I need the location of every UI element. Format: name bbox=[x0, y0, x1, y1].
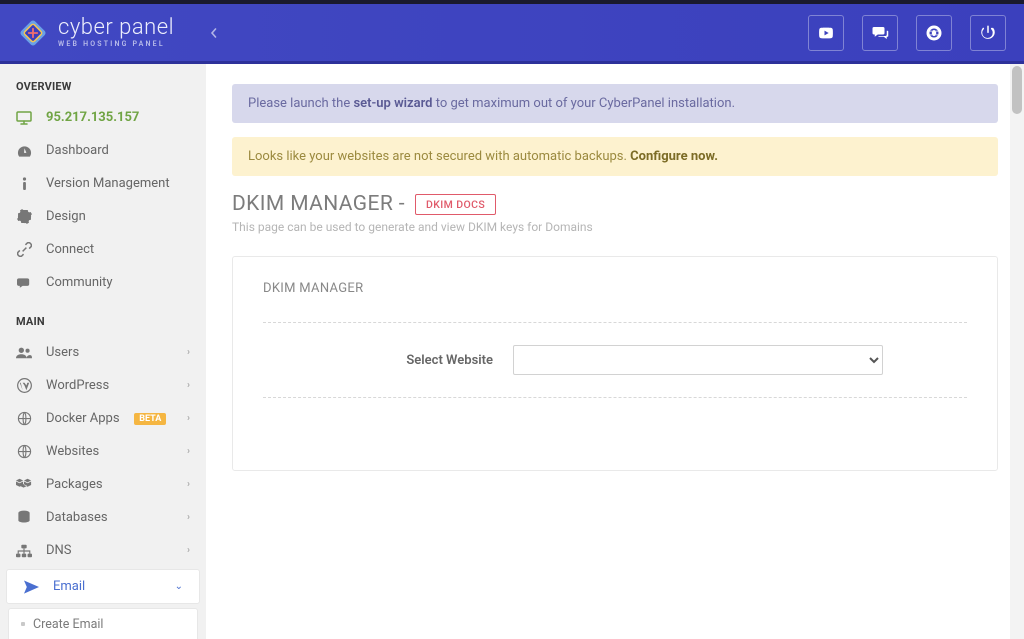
sidebar-item-label: WordPress bbox=[46, 378, 109, 393]
page-title: DKIM MANAGER bbox=[232, 192, 393, 216]
sidebar-item-label: Packages bbox=[46, 477, 103, 492]
sidebar-item-wordpress[interactable]: WordPress › bbox=[0, 369, 206, 402]
sidebar-header-main: MAIN bbox=[0, 299, 206, 336]
alert-backup[interactable]: Looks like your websites are not secured… bbox=[232, 137, 998, 176]
scrollbar-rail[interactable] bbox=[1010, 64, 1024, 639]
sitemap-icon bbox=[16, 544, 32, 558]
page-title-row: DKIM MANAGER - DKIM DOCS bbox=[232, 192, 998, 216]
chevron-right-icon: › bbox=[187, 545, 190, 556]
chevron-right-icon: › bbox=[187, 413, 190, 424]
globe-icon bbox=[16, 411, 32, 426]
sidebar-item-design[interactable]: Design bbox=[0, 200, 206, 233]
sidebar-item-dashboard[interactable]: Dashboard bbox=[0, 134, 206, 167]
sidebar-item-email[interactable]: Email ⌄ bbox=[6, 569, 200, 604]
youtube-icon bbox=[817, 24, 835, 42]
brand-tagline: WEB HOSTING PANEL bbox=[58, 41, 174, 48]
dkim-card: DKIM MANAGER Select Website bbox=[232, 256, 998, 471]
sidebar-item-community[interactable]: Community bbox=[0, 266, 206, 299]
alert-setup-suffix: to get maximum out of your CyberPanel in… bbox=[433, 96, 736, 111]
sidebar-item-label: Connect bbox=[46, 242, 94, 257]
gear-icon bbox=[16, 209, 32, 224]
support-icon bbox=[925, 24, 943, 42]
alert-backup-link[interactable]: Configure now. bbox=[630, 149, 718, 164]
link-icon bbox=[16, 242, 32, 257]
brand-name: cyber panel bbox=[58, 17, 174, 39]
topbar-chat[interactable] bbox=[862, 15, 898, 51]
alert-backup-prefix: Looks like your websites are not secured… bbox=[248, 149, 630, 164]
page-subtitle: This page can be used to generate and vi… bbox=[232, 220, 998, 234]
chevron-right-icon: › bbox=[187, 479, 190, 490]
chevron-down-icon: ⌄ bbox=[175, 581, 183, 592]
database-icon bbox=[16, 510, 32, 525]
sidebar-header-overview: OVERVIEW bbox=[0, 64, 206, 101]
chevron-right-icon: › bbox=[187, 380, 190, 391]
sidebar-email-submenu: Create Email List Emails Delete Email Em… bbox=[8, 608, 198, 639]
card-header: DKIM MANAGER bbox=[263, 281, 967, 296]
topbar: cyber panel WEB HOSTING PANEL bbox=[0, 4, 1024, 64]
sidebar-item-label: Design bbox=[46, 209, 86, 224]
dashboard-icon bbox=[16, 144, 32, 158]
chevron-right-icon: › bbox=[187, 446, 190, 457]
sidebar-item-label: Dashboard bbox=[46, 143, 109, 158]
scrollbar-thumb[interactable] bbox=[1012, 66, 1022, 114]
sidebar-item-docker[interactable]: Docker Apps BETA › bbox=[0, 402, 206, 435]
sidebar-item-databases[interactable]: Databases › bbox=[0, 501, 206, 534]
alert-setup-prefix: Please launch the bbox=[248, 96, 353, 111]
topbar-youtube[interactable] bbox=[808, 15, 844, 51]
sidebar-item-label: Email bbox=[53, 579, 85, 594]
sidebar-item-label: Community bbox=[46, 275, 113, 290]
sidebar-item-label: DNS bbox=[46, 543, 72, 558]
chat-icon bbox=[16, 276, 32, 290]
sidebar: OVERVIEW 95.217.135.157 Dashboard Versio… bbox=[0, 64, 206, 639]
sidebar-item-label: Version Management bbox=[46, 176, 170, 191]
packages-icon bbox=[16, 478, 32, 492]
sidebar-ip-text: 95.217.135.157 bbox=[46, 110, 139, 125]
select-website-row: Select Website bbox=[263, 345, 967, 375]
select-website-label: Select Website bbox=[323, 353, 493, 368]
globe-icon bbox=[16, 444, 32, 459]
chevron-right-icon: › bbox=[187, 512, 190, 523]
page-title-dash: - bbox=[393, 192, 405, 216]
alert-setup-bold: set-up wizard bbox=[353, 96, 432, 111]
brand-logo[interactable]: cyber panel WEB HOSTING PANEL bbox=[18, 17, 174, 48]
sidebar-sub-create-email[interactable]: Create Email bbox=[9, 609, 197, 639]
sidebar-item-users[interactable]: Users › bbox=[0, 336, 206, 369]
sidebar-toggle[interactable] bbox=[202, 21, 226, 45]
sidebar-main-list: Users › WordPress › Docker Apps BETA › W… bbox=[0, 336, 206, 604]
sidebar-item-label: Users bbox=[46, 345, 79, 360]
users-icon bbox=[16, 346, 32, 359]
content: Please launch the set-up wizard to get m… bbox=[206, 64, 1024, 639]
divider bbox=[263, 397, 967, 398]
chevron-left-icon bbox=[209, 28, 219, 38]
wordpress-icon bbox=[16, 378, 32, 393]
divider bbox=[263, 322, 967, 323]
power-icon bbox=[979, 24, 997, 42]
docs-badge[interactable]: DKIM DOCS bbox=[415, 194, 496, 215]
sidebar-ip[interactable]: 95.217.135.157 bbox=[0, 101, 206, 134]
info-icon bbox=[16, 177, 32, 191]
sidebar-item-dns[interactable]: DNS › bbox=[0, 534, 206, 567]
topbar-power[interactable] bbox=[970, 15, 1006, 51]
sidebar-item-packages[interactable]: Packages › bbox=[0, 468, 206, 501]
alert-setup[interactable]: Please launch the set-up wizard to get m… bbox=[232, 84, 998, 123]
chat-icon bbox=[871, 24, 889, 42]
send-icon bbox=[23, 580, 39, 594]
logo-icon bbox=[18, 18, 48, 48]
monitor-icon bbox=[16, 111, 32, 125]
sidebar-item-label: Websites bbox=[46, 444, 99, 459]
chevron-right-icon: › bbox=[187, 347, 190, 358]
sidebar-item-connect[interactable]: Connect bbox=[0, 233, 206, 266]
sidebar-item-websites[interactable]: Websites › bbox=[0, 435, 206, 468]
select-website-dropdown[interactable] bbox=[513, 345, 883, 375]
sidebar-item-label: Docker Apps bbox=[46, 411, 120, 426]
sidebar-overview-list: 95.217.135.157 Dashboard Version Managem… bbox=[0, 101, 206, 299]
sidebar-item-version[interactable]: Version Management bbox=[0, 167, 206, 200]
topbar-support[interactable] bbox=[916, 15, 952, 51]
sidebar-item-label: Databases bbox=[46, 510, 108, 525]
beta-badge: BETA bbox=[134, 413, 166, 425]
